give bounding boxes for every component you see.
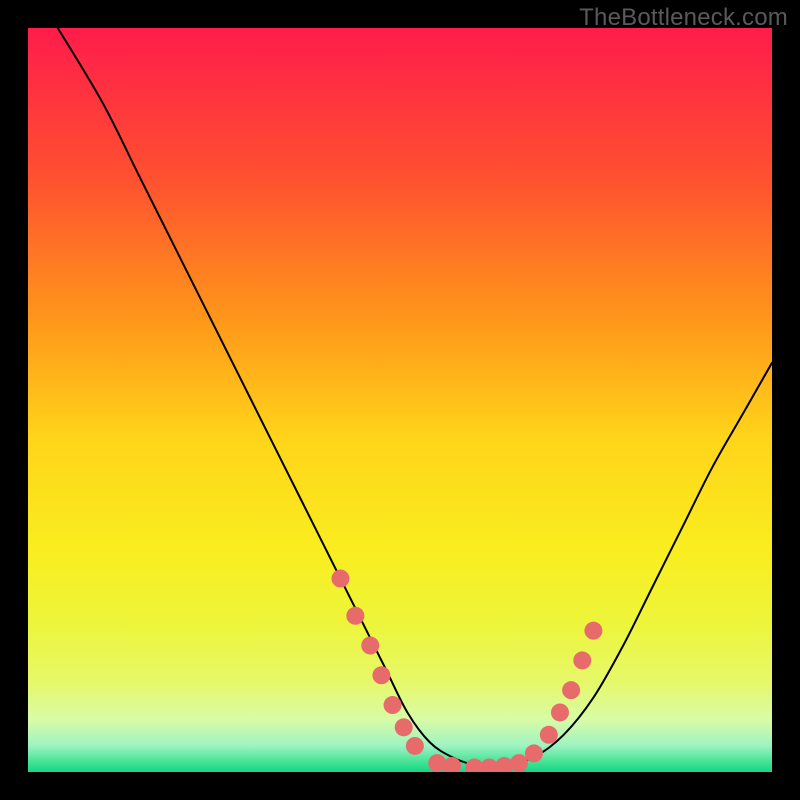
highlight-point <box>584 622 602 640</box>
highlight-point <box>406 737 424 755</box>
gradient-background <box>28 28 772 772</box>
chart-frame: TheBottleneck.com <box>0 0 800 800</box>
highlight-point <box>384 696 402 714</box>
highlight-point <box>372 666 390 684</box>
highlight-point <box>562 681 580 699</box>
watermark-label: TheBottleneck.com <box>579 4 788 32</box>
chart-svg <box>28 28 772 772</box>
highlight-point <box>551 703 569 721</box>
highlight-point <box>346 607 364 625</box>
highlight-point <box>361 637 379 655</box>
highlight-point <box>510 754 528 772</box>
highlight-point <box>428 754 446 772</box>
highlight-point <box>331 570 349 588</box>
highlight-point <box>573 651 591 669</box>
highlight-point <box>525 744 543 762</box>
plot-area <box>28 28 772 772</box>
highlight-point <box>395 718 413 736</box>
highlight-point <box>540 726 558 744</box>
